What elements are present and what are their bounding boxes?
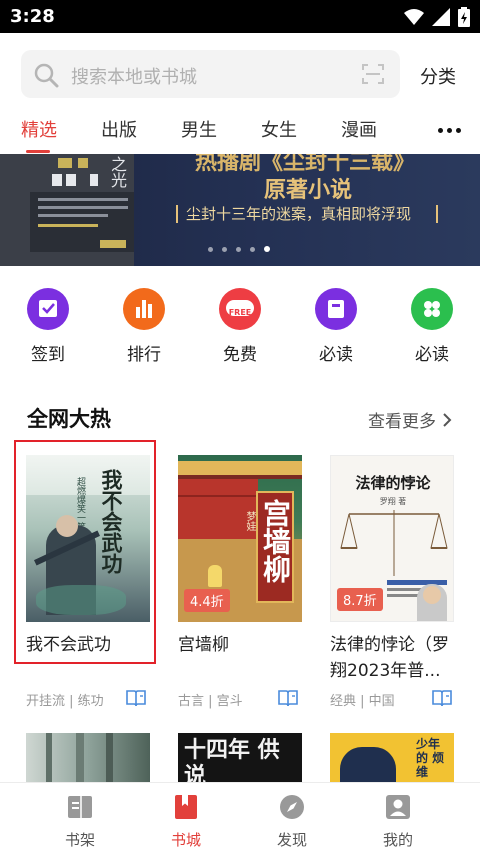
quick-entry-must-read-2[interactable]: 必读 xyxy=(402,288,462,365)
bookmark-card-icon xyxy=(315,288,357,330)
quick-entry-label: 必读 xyxy=(319,345,353,365)
tab-comic[interactable]: 漫画 xyxy=(341,116,377,142)
book-tags: 经典 | 中国 xyxy=(330,694,395,709)
quick-entry-label: 排行 xyxy=(127,345,161,365)
scan-icon[interactable] xyxy=(362,64,384,84)
signal-icon xyxy=(432,8,450,26)
banner-dot[interactable] xyxy=(222,246,227,252)
tab-featured[interactable]: 精选 xyxy=(21,116,57,142)
book-open-icon[interactable] xyxy=(432,689,452,707)
nav-bookshelf[interactable]: 书架 xyxy=(50,793,110,850)
wifi-icon xyxy=(404,9,424,25)
tab-publish[interactable]: 出版 xyxy=(101,116,137,142)
book-open-icon[interactable] xyxy=(126,689,146,707)
book-cover-next[interactable]: 十四年 供说 xyxy=(178,733,302,783)
book-cover-next[interactable]: 少年 的 烦 维 xyxy=(330,733,454,783)
free-icon: FREE xyxy=(219,288,261,330)
banner-dot-active[interactable] xyxy=(264,246,270,252)
quick-entry-free[interactable]: FREE 免费 xyxy=(210,288,270,365)
nav-discover[interactable]: 发现 xyxy=(262,793,322,850)
selection-highlight xyxy=(14,440,156,664)
view-more-link[interactable]: 查看更多 xyxy=(368,407,452,432)
banner-subtitle: 尘封十三年的迷案，真相即将浮现 xyxy=(186,205,412,223)
quick-entry-ranking[interactable]: 排行 xyxy=(114,288,174,365)
quick-entry-label: 签到 xyxy=(31,345,65,365)
nav-bookstore[interactable]: 书城 xyxy=(156,793,216,850)
quick-entry-label: 免费 xyxy=(223,345,257,365)
battery-icon xyxy=(458,7,470,27)
more-dots-icon xyxy=(438,128,461,133)
banner-dot[interactable] xyxy=(236,246,241,252)
search-row: 搜索本地或书城 分类 xyxy=(0,33,480,117)
status-time: 3:28 xyxy=(10,6,55,27)
quick-entry-checkin[interactable]: 签到 xyxy=(18,288,78,365)
nav-label: 发现 xyxy=(276,831,307,849)
classify-button[interactable]: 分类 xyxy=(420,63,456,89)
tab-male[interactable]: 男生 xyxy=(181,116,217,142)
banner-book-corner-text: 之光 xyxy=(108,156,127,188)
nav-profile[interactable]: 我的 xyxy=(368,793,428,850)
tab-female[interactable]: 女生 xyxy=(261,116,297,142)
tab-active-indicator xyxy=(26,150,50,153)
book-cover-next[interactable] xyxy=(26,733,150,783)
free-icon-text: FREE xyxy=(228,308,252,317)
book-cover-title: 法律的悖论 xyxy=(355,474,431,492)
book-cover: 法律的悖论 罗翔 著 8.7折 xyxy=(330,455,454,622)
category-tabs: 精选 出版 男生 女生 漫画 xyxy=(0,110,480,154)
banner-pagination xyxy=(208,246,270,252)
profile-icon xyxy=(384,793,412,821)
check-calendar-icon xyxy=(27,288,69,330)
bookshelf-icon xyxy=(66,793,94,821)
banner-dot[interactable] xyxy=(208,246,213,252)
banner-dot[interactable] xyxy=(250,246,255,252)
search-placeholder: 搜索本地或书城 xyxy=(71,67,197,88)
status-icons xyxy=(404,7,470,27)
banner-title: 原著小说 xyxy=(264,177,353,203)
promo-banner[interactable]: 之光 热播剧《尘封十三载》 原著小说 尘封十三年的迷案，真相即将浮现 xyxy=(0,154,480,266)
quick-entry-must-read[interactable]: 必读 xyxy=(306,288,366,365)
scale-illustration xyxy=(340,510,448,576)
book-card[interactable]: 宫墙柳 梦娃 4.4折 宫墙柳 xyxy=(178,455,302,658)
discount-badge: 4.4折 xyxy=(184,589,230,612)
view-more-label: 查看更多 xyxy=(368,412,436,432)
nav-label: 书架 xyxy=(64,831,95,849)
book-title: 宫墙柳 xyxy=(178,635,229,655)
bar-chart-icon xyxy=(123,288,165,330)
book-open-icon[interactable] xyxy=(278,689,298,707)
book-cover: 宫墙柳 梦娃 4.4折 xyxy=(178,455,302,622)
status-bar: 3:28 xyxy=(0,0,480,33)
nav-label: 我的 xyxy=(382,831,413,849)
search-input[interactable]: 搜索本地或书城 xyxy=(21,50,400,98)
book-cover-title: 十四年 供说 xyxy=(184,737,280,783)
four-petal-icon xyxy=(411,288,453,330)
banner-book-cover: 之光 xyxy=(0,154,134,266)
discount-badge: 8.7折 xyxy=(337,588,383,611)
book-cover-title: 少年 的 烦 维 xyxy=(416,737,445,779)
compass-icon xyxy=(278,793,306,821)
bottom-nav: 书架 书城 发现 我的 xyxy=(0,782,480,853)
book-card[interactable]: 法律的悖论 罗翔 著 8.7折 法律的悖论（罗翔2023年普... xyxy=(330,455,454,684)
book-cover-author: 梦娃 xyxy=(244,511,255,531)
book-tags: 古言 | 宫斗 xyxy=(178,694,243,709)
nav-label: 书城 xyxy=(170,831,201,849)
section-title: 全网大热 xyxy=(27,407,111,431)
book-tags: 开挂流 | 练功 xyxy=(26,694,104,709)
book-cover-title: 宫墙柳 xyxy=(259,499,292,583)
search-icon xyxy=(34,63,59,88)
bookstore-icon xyxy=(172,793,200,821)
book-title: 法律的悖论（罗翔2023年普... xyxy=(330,635,449,681)
chevron-right-icon xyxy=(443,412,452,427)
quick-entry-label: 必读 xyxy=(415,345,449,365)
more-tabs-button[interactable] xyxy=(420,110,480,154)
